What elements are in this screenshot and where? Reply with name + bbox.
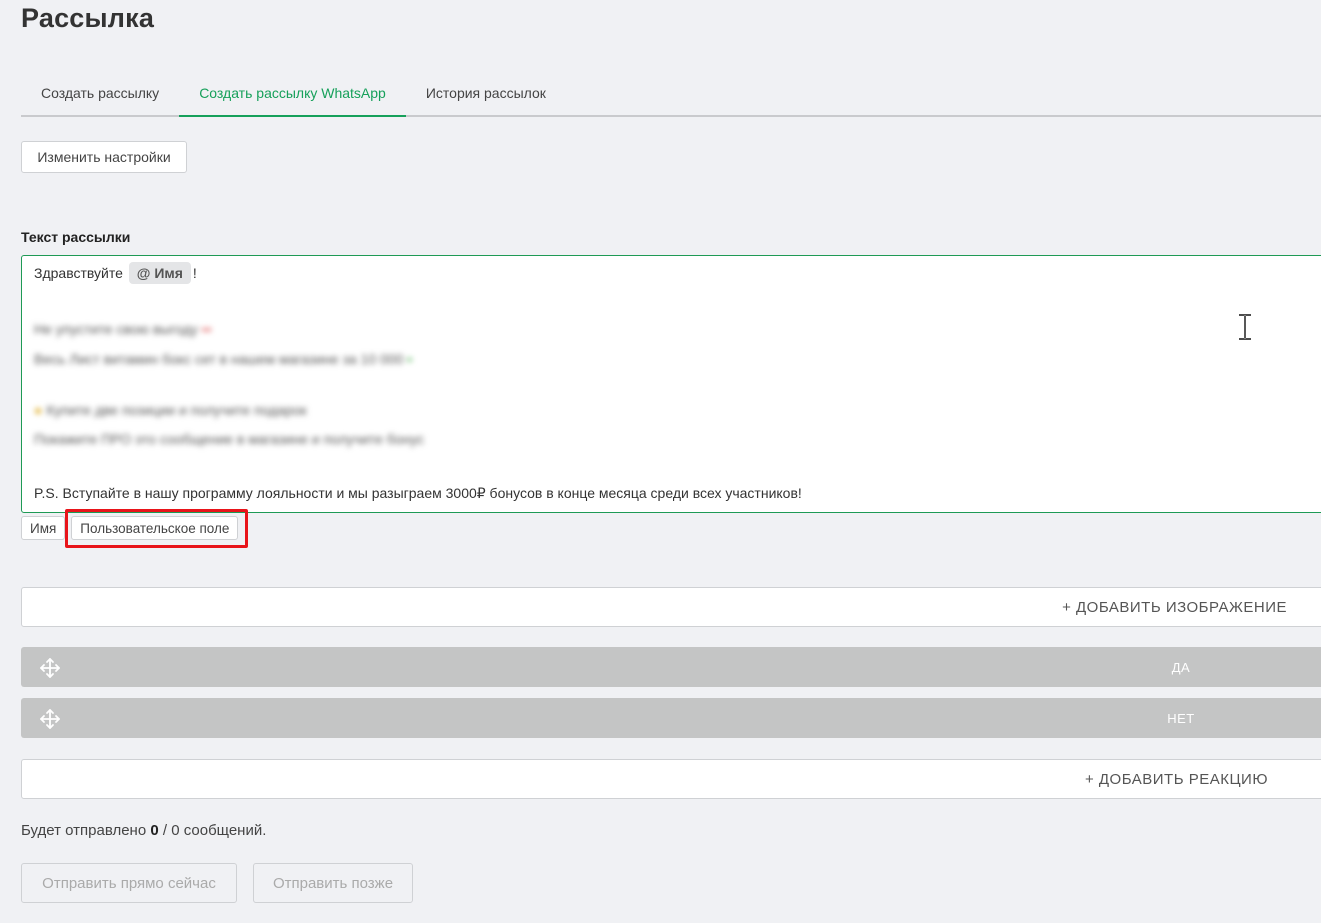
mailing-text-label: Текст рассылки bbox=[21, 229, 131, 245]
drag-handle-icon[interactable] bbox=[39, 657, 61, 679]
reaction-label: НЕТ bbox=[1167, 710, 1195, 726]
tabs-bar: Создать рассылку Создать рассылку WhatsA… bbox=[21, 70, 1321, 117]
summary-count: 0 bbox=[150, 822, 159, 839]
blurred-line-3: ● Купите две позиции и получите подарок bbox=[34, 402, 307, 418]
variable-chips: Имя Пользовательское поле bbox=[21, 516, 239, 540]
blurred-line-4: Покажите ПРО это сообщение в магазине и … bbox=[34, 431, 425, 447]
add-reaction-button[interactable]: + ДОБАВИТЬ РЕАКЦИЮ bbox=[21, 759, 1321, 799]
send-now-button[interactable]: Отправить прямо сейчас bbox=[21, 863, 237, 903]
page-title: Рассылка bbox=[21, 3, 155, 33]
summary-rest: / 0 сообщений. bbox=[162, 822, 267, 839]
tab-create-whatsapp-mailing[interactable]: Создать рассылку WhatsApp bbox=[179, 70, 406, 117]
reaction-row-yes: ДА bbox=[21, 647, 1321, 687]
summary-prefix: Будет отправлено bbox=[21, 822, 147, 839]
tab-create-mailing[interactable]: Создать рассылку bbox=[21, 70, 179, 115]
send-summary: Будет отправлено 0 / 0 сообщений. bbox=[21, 822, 266, 839]
greeting-line: Здравствуйте @ Имя! bbox=[34, 262, 197, 284]
tab-mailing-history[interactable]: История рассылок bbox=[406, 70, 566, 115]
add-image-button[interactable]: + ДОБАВИТЬ ИЗОБРАЖЕНИЕ bbox=[21, 587, 1321, 627]
greeting-text: Здравствуйте bbox=[34, 265, 123, 281]
name-variable-chip[interactable]: Имя bbox=[21, 516, 66, 540]
ps-line: P.S. Вступайте в нашу программу лояльнос… bbox=[34, 485, 802, 501]
drag-handle-icon[interactable] bbox=[39, 708, 61, 730]
name-mention-tag[interactable]: @ Имя bbox=[128, 262, 191, 284]
change-settings-button[interactable]: Изменить настройки bbox=[21, 141, 187, 173]
custom-field-chip[interactable]: Пользовательское поле bbox=[71, 516, 239, 540]
text-cursor-icon bbox=[1239, 314, 1251, 340]
reaction-label: ДА bbox=[1171, 659, 1191, 675]
reaction-row-no: НЕТ bbox=[21, 698, 1321, 738]
mailing-text-editor[interactable]: Здравствуйте @ Имя! Не упустите свою выг… bbox=[21, 255, 1321, 513]
exclamation-text: ! bbox=[192, 265, 197, 281]
blurred-line-2: Весь Лист витамин бокс сет в нашем магаз… bbox=[34, 351, 413, 367]
send-later-button[interactable]: Отправить позже bbox=[253, 863, 413, 903]
blurred-line-1: Не упустите свою выгоду ▪▪ bbox=[34, 321, 212, 337]
